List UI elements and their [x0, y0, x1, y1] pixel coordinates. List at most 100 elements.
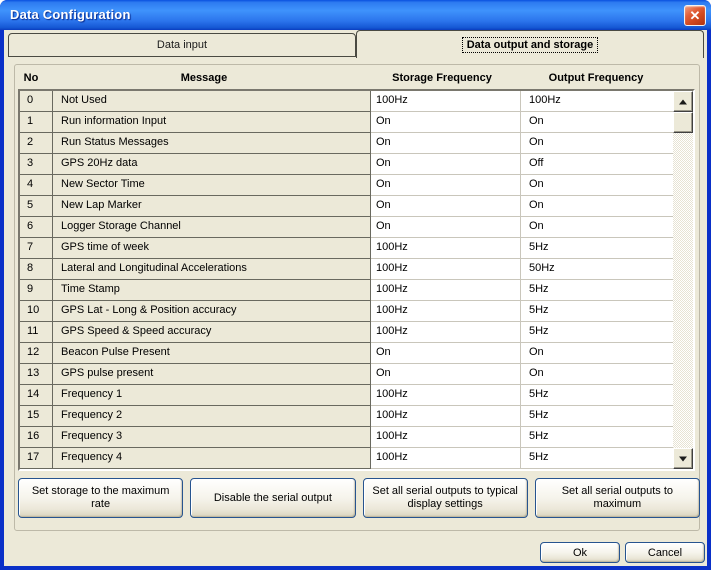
- close-icon[interactable]: ✕: [684, 5, 706, 26]
- scrollbar-thumb[interactable]: [673, 112, 693, 133]
- table-row: 17Frequency 4100Hz5Hz: [20, 448, 673, 469]
- row-storage-frequency[interactable]: 100Hz: [371, 448, 521, 469]
- row-output-frequency[interactable]: 5Hz: [521, 238, 673, 259]
- row-no: 15: [20, 406, 53, 427]
- table-row: 2Run Status MessagesOnOn: [20, 133, 673, 154]
- column-header-output-frequency: Output Frequency: [549, 72, 644, 84]
- table-row: 6Logger Storage ChannelOnOn: [20, 217, 673, 238]
- row-output-frequency[interactable]: 5Hz: [521, 322, 673, 343]
- row-message: Beacon Pulse Present: [53, 343, 371, 364]
- row-storage-frequency[interactable]: 100Hz: [371, 385, 521, 406]
- row-output-frequency[interactable]: 5Hz: [521, 280, 673, 301]
- row-output-frequency[interactable]: On: [521, 196, 673, 217]
- row-message: GPS Speed & Speed accuracy: [53, 322, 371, 343]
- table-row: 4New Sector TimeOnOn: [20, 175, 673, 196]
- row-storage-frequency[interactable]: On: [371, 196, 521, 217]
- row-storage-frequency[interactable]: On: [371, 364, 521, 385]
- table-row: 11GPS Speed & Speed accuracy100Hz5Hz: [20, 322, 673, 343]
- row-message: GPS time of week: [53, 238, 371, 259]
- ok-button[interactable]: Ok: [540, 542, 620, 563]
- row-output-frequency[interactable]: On: [521, 112, 673, 133]
- row-storage-frequency[interactable]: On: [371, 343, 521, 364]
- row-storage-frequency[interactable]: 100Hz: [371, 280, 521, 301]
- scroll-down-button[interactable]: [673, 448, 693, 469]
- tab-data-output-and-storage[interactable]: Data output and storage: [356, 30, 704, 58]
- scroll-up-button[interactable]: [673, 91, 693, 112]
- row-storage-frequency[interactable]: On: [371, 175, 521, 196]
- row-no: 16: [20, 427, 53, 448]
- row-output-frequency[interactable]: On: [521, 217, 673, 238]
- row-message: Logger Storage Channel: [53, 217, 371, 238]
- row-output-frequency[interactable]: On: [521, 175, 673, 196]
- serial-maximum-button[interactable]: Set all serial outputs to maximum: [535, 478, 700, 518]
- table-row: 1Run information InputOnOn: [20, 112, 673, 133]
- row-message: Frequency 1: [53, 385, 371, 406]
- row-no: 3: [20, 154, 53, 175]
- row-no: 4: [20, 175, 53, 196]
- table-row: 3GPS 20Hz dataOnOff: [20, 154, 673, 175]
- row-message: Not Used: [53, 91, 371, 112]
- row-storage-frequency[interactable]: On: [371, 217, 521, 238]
- row-storage-frequency[interactable]: 100Hz: [371, 91, 521, 112]
- row-message: Lateral and Longitudinal Accelerations: [53, 259, 371, 280]
- row-output-frequency[interactable]: On: [521, 343, 673, 364]
- row-message: Run Status Messages: [53, 133, 371, 154]
- row-output-frequency[interactable]: 50Hz: [521, 259, 673, 280]
- table-rows: 0Not Used100Hz100Hz1Run information Inpu…: [20, 91, 673, 469]
- table-row: 8Lateral and Longitudinal Accelerations1…: [20, 259, 673, 280]
- scrollbar-track[interactable]: [673, 133, 693, 448]
- row-no: 12: [20, 343, 53, 364]
- row-no: 7: [20, 238, 53, 259]
- row-output-frequency[interactable]: Off: [521, 154, 673, 175]
- row-storage-frequency[interactable]: 100Hz: [371, 322, 521, 343]
- row-output-frequency[interactable]: 5Hz: [521, 385, 673, 406]
- row-output-frequency[interactable]: On: [521, 364, 673, 385]
- row-message: GPS 20Hz data: [53, 154, 371, 175]
- row-output-frequency[interactable]: On: [521, 133, 673, 154]
- row-storage-frequency[interactable]: 100Hz: [371, 238, 521, 259]
- tab-data-input-label: Data input: [157, 39, 207, 51]
- row-no: 1: [20, 112, 53, 133]
- dialog-body: Data input Data output and storage No Me…: [4, 30, 707, 566]
- row-message: GPS Lat - Long & Position accuracy: [53, 301, 371, 322]
- scroll-down-icon: [679, 456, 687, 461]
- row-output-frequency[interactable]: 5Hz: [521, 301, 673, 322]
- table-row: 10GPS Lat - Long & Position accuracy100H…: [20, 301, 673, 322]
- table-row: 0Not Used100Hz100Hz: [20, 91, 673, 112]
- column-header-storage-frequency: Storage Frequency: [392, 72, 492, 84]
- table-row: 15Frequency 2100Hz5Hz: [20, 406, 673, 427]
- row-message: Time Stamp: [53, 280, 371, 301]
- tab-data-input[interactable]: Data input: [8, 33, 356, 57]
- row-storage-frequency[interactable]: 100Hz: [371, 427, 521, 448]
- cancel-button[interactable]: Cancel: [625, 542, 705, 563]
- table-row: 9Time Stamp100Hz5Hz: [20, 280, 673, 301]
- serial-typical-display-button[interactable]: Set all serial outputs to typical displa…: [363, 478, 528, 518]
- table-row: 13GPS pulse presentOnOn: [20, 364, 673, 385]
- row-storage-frequency[interactable]: On: [371, 154, 521, 175]
- dialog-window: Data Configuration ✕ Data input Data out…: [0, 0, 711, 570]
- row-output-frequency[interactable]: 100Hz: [521, 91, 673, 112]
- row-storage-frequency[interactable]: 100Hz: [371, 301, 521, 322]
- set-storage-maximum-button[interactable]: Set storage to the maximum rate: [18, 478, 183, 518]
- row-no: 6: [20, 217, 53, 238]
- row-no: 9: [20, 280, 53, 301]
- window-title: Data Configuration: [10, 7, 131, 22]
- column-header-no: No: [24, 72, 39, 84]
- column-header-message: Message: [181, 72, 227, 84]
- row-output-frequency[interactable]: 5Hz: [521, 448, 673, 469]
- title-bar[interactable]: Data Configuration ✕: [0, 0, 711, 30]
- tab-data-output-label: Data output and storage: [463, 38, 598, 52]
- row-storage-frequency[interactable]: On: [371, 133, 521, 154]
- vertical-scrollbar[interactable]: [673, 91, 693, 469]
- row-storage-frequency[interactable]: 100Hz: [371, 259, 521, 280]
- disable-serial-output-button[interactable]: Disable the serial output: [190, 478, 355, 518]
- row-storage-frequency[interactable]: On: [371, 112, 521, 133]
- row-output-frequency[interactable]: 5Hz: [521, 427, 673, 448]
- row-message: Run information Input: [53, 112, 371, 133]
- row-output-frequency[interactable]: 5Hz: [521, 406, 673, 427]
- row-storage-frequency[interactable]: 100Hz: [371, 406, 521, 427]
- table-row: 12Beacon Pulse PresentOnOn: [20, 343, 673, 364]
- row-no: 11: [20, 322, 53, 343]
- action-button-row: Set storage to the maximum rate Disable …: [18, 478, 700, 518]
- row-no: 2: [20, 133, 53, 154]
